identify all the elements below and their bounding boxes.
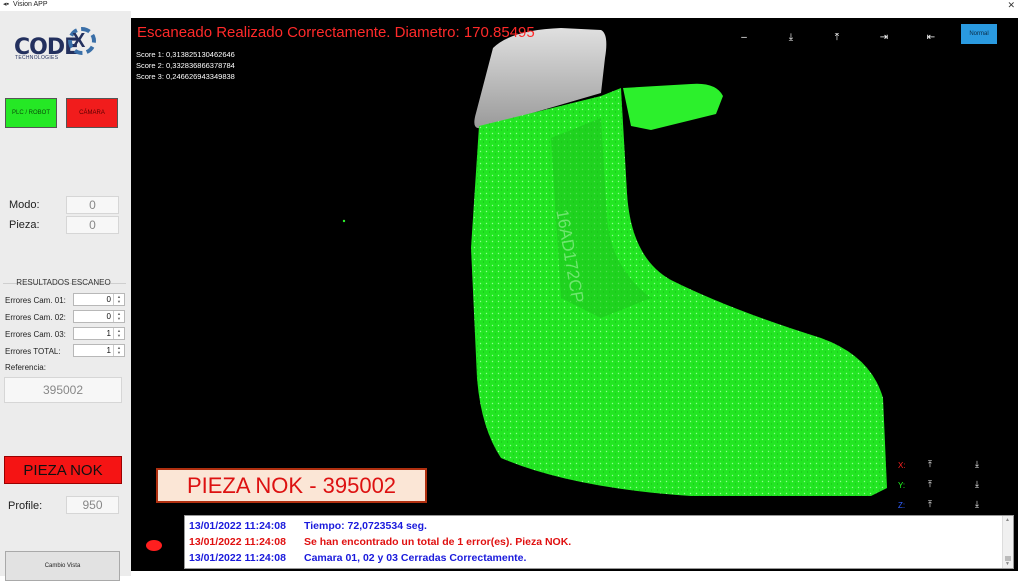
axis-z-down-button[interactable]: ⤓ — [975, 499, 979, 510]
errores-total-label: Errores TOTAL: — [5, 347, 61, 356]
camara-indicator[interactable]: CÁMARA — [66, 98, 118, 128]
errores-cam02-value: 0 — [106, 312, 111, 321]
results-title: RESULTADOS ESCANEO — [16, 278, 111, 287]
axis-x-down-button[interactable]: ⤓ — [975, 459, 979, 470]
axis-y-up-button[interactable]: ⤒ — [928, 479, 932, 490]
stepper-arrows-icon[interactable]: ▲ ▼ — [113, 328, 124, 339]
event-log[interactable]: 13/01/2022 11:24:08 Tiempo: 72,0723534 se… — [184, 515, 1014, 569]
log-row: 13/01/2022 11:24:08 Camara 01, 02 y 03 Ce… — [189, 552, 526, 564]
referencia-label: Referencia: — [5, 363, 46, 372]
view-right-button[interactable]: ⇥ — [877, 32, 891, 43]
point-cloud-viewer[interactable]: 16AD172CP Escaneado Realizado Correctame… — [131, 18, 1018, 571]
cambio-vista-button[interactable]: Cambio Vista — [5, 551, 120, 581]
log-time: 13/01/2022 11:24:08 — [189, 536, 286, 548]
profile-value: 950 — [66, 496, 119, 514]
axis-z-up-button[interactable]: ⤒ — [928, 499, 932, 510]
pieza-label: Pieza: — [9, 219, 40, 231]
stray-point — [342, 219, 346, 223]
pieza-nok-banner: PIEZA NOK - 395002 — [156, 468, 427, 503]
log-time: 13/01/2022 11:24:08 — [189, 552, 286, 564]
errores-total-stepper[interactable]: 1 ▲ ▼ — [73, 344, 125, 357]
errores-cam03-label: Errores Cam. 03: — [5, 330, 66, 339]
log-text: Tiempo: 72,0723534 seg. — [304, 520, 427, 532]
record-indicator-icon — [146, 540, 162, 551]
plc-robot-indicator[interactable]: PLC / ROBOT — [5, 98, 57, 128]
part-green-body — [471, 88, 887, 496]
log-row: 13/01/2022 11:24:08 Tiempo: 72,0723534 se… — [189, 520, 427, 532]
axis-x-up-button[interactable]: ⤒ — [928, 459, 932, 470]
log-text: Se han encontrado un total de 1 error(es… — [304, 536, 572, 548]
score-2: Score 2: 0,332836866378784 — [136, 61, 235, 70]
view-up-button[interactable]: ⤒ — [830, 32, 844, 43]
logo-subtitle: TECHNOLOGIES — [15, 55, 59, 61]
view-left-button[interactable]: ⇤ — [924, 32, 938, 43]
close-icon[interactable]: ✕ — [1007, 0, 1015, 10]
logo-x-letter: X — [72, 30, 86, 52]
left-panel: CODE X TECHNOLOGIES PLC / ROBOT CÁMARA M… — [0, 11, 131, 581]
log-time: 13/01/2022 11:24:08 — [189, 520, 286, 532]
title-bar: ◂▪ Vision APP ✕ — [0, 0, 1024, 11]
stepper-arrows-icon[interactable]: ▲ ▼ — [113, 345, 124, 356]
score-1: Score 1: 0,313825130462646 — [136, 50, 235, 59]
stepper-arrows-icon[interactable]: ▲ ▼ — [113, 294, 124, 305]
view-minimize-button[interactable]: – — [737, 32, 751, 43]
modo-label: Modo: — [9, 199, 40, 211]
part-scan-fringe — [623, 83, 723, 130]
axis-z-label: Z: — [898, 501, 906, 510]
errores-total-value: 1 — [106, 346, 111, 355]
axis-y-down-button[interactable]: ⤓ — [975, 479, 979, 490]
axis-y-label: Y: — [898, 481, 906, 490]
errores-cam01-label: Errores Cam. 01: — [5, 296, 66, 305]
log-scrollbar[interactable]: ▲ ▼ — [1002, 516, 1013, 568]
pieza-value: 0 — [66, 216, 119, 234]
view-down-button[interactable]: ⤓ — [784, 32, 798, 43]
errores-cam03-value: 1 — [106, 329, 111, 338]
score-3: Score 3: 0,246626943349838 — [136, 72, 235, 81]
log-text: Camara 01, 02 y 03 Cerradas Correctament… — [304, 552, 527, 564]
referencia-value: 395002 — [4, 377, 122, 403]
errores-cam02-stepper[interactable]: 0 ▲ ▼ — [73, 310, 125, 323]
log-row: 13/01/2022 11:24:08 Se han encontrado un … — [189, 536, 571, 548]
axis-x-label: X: — [898, 461, 906, 470]
pieza-nok-status-button[interactable]: PIEZA NOK — [4, 456, 122, 484]
scroll-down-icon[interactable]: ▼ — [1005, 561, 1010, 567]
modo-value: 0 — [66, 196, 119, 214]
stepper-arrows-icon[interactable]: ▲ ▼ — [113, 311, 124, 322]
errores-cam01-stepper[interactable]: 0 ▲ ▼ — [73, 293, 125, 306]
errores-cam01-value: 0 — [106, 295, 111, 304]
scroll-up-icon[interactable]: ▲ — [1005, 517, 1010, 523]
scan-result-message: Escaneado Realizado Correctamente. Diame… — [137, 24, 535, 41]
errores-cam03-stepper[interactable]: 1 ▲ ▼ — [73, 327, 125, 340]
normal-view-button[interactable]: Normal — [961, 24, 997, 44]
profile-label: Profile: — [8, 500, 43, 512]
window-title: Vision APP — [13, 1, 48, 8]
errores-cam02-label: Errores Cam. 02: — [5, 313, 66, 322]
app-icon: ◂▪ — [3, 1, 9, 8]
